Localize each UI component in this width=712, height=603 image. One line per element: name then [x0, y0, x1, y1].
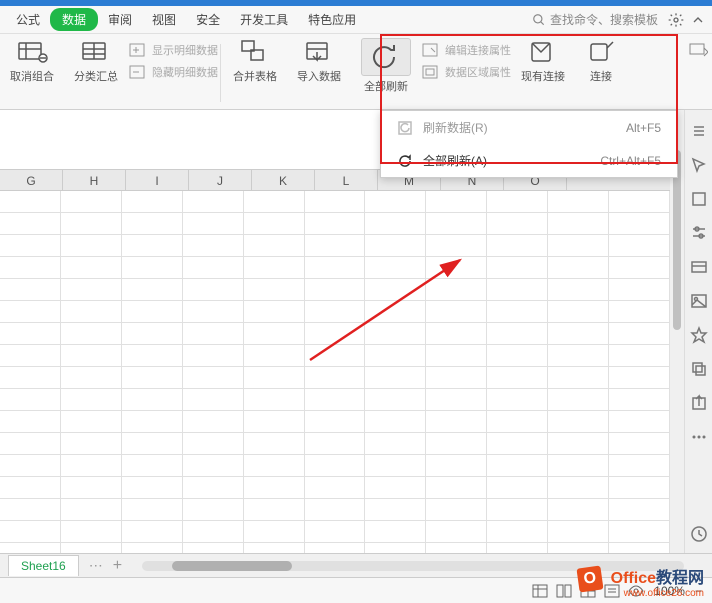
ribbon-tabs: 公式 数据 审阅 视图 安全 开发工具 特色应用 查找命令、搜索模板	[0, 6, 712, 34]
col-header[interactable]: J	[189, 170, 252, 190]
col-header[interactable]: K	[252, 170, 315, 190]
ribbon-toolbar: 取消组合 分类汇总 显示明细数据 隐藏明细数据 合并表格 导入数据 全部刷新 编…	[0, 34, 712, 110]
refresh-data-shortcut: Alt+F5	[626, 121, 661, 135]
data-range-label: 数据区域属性	[445, 64, 511, 80]
hide-detail-button: 隐藏明细数据	[128, 64, 218, 80]
ungroup-icon	[16, 38, 48, 66]
tab-formula[interactable]: 公式	[6, 8, 50, 31]
show-detail-icon	[128, 42, 148, 58]
refresh-dropdown: 刷新数据(R) Alt+F5 全部刷新(A) Ctrl+Alt+F5	[380, 110, 678, 178]
existing-conn-label: 现有连接	[521, 68, 565, 84]
show-detail-button: 显示明细数据	[128, 42, 218, 58]
edit-conn-label: 编辑连接属性	[445, 42, 511, 58]
search-icon	[532, 13, 546, 27]
refresh-all-icon	[370, 43, 402, 71]
show-detail-label: 显示明细数据	[152, 42, 218, 58]
dropdown-item-refresh-all[interactable]: 全部刷新(A) Ctrl+Alt+F5	[381, 144, 677, 177]
col-header[interactable]: L	[315, 170, 378, 190]
watermark: O Office教程网 www.office26.com	[578, 564, 704, 599]
hide-detail-icon	[128, 64, 148, 80]
ribbon-separator	[220, 44, 221, 102]
side-panel	[684, 110, 712, 553]
tab-view[interactable]: 视图	[142, 8, 186, 31]
refresh-data-icon	[397, 120, 413, 136]
select-icon[interactable]	[690, 190, 708, 208]
refresh-all-button[interactable]: 全部刷新	[351, 38, 421, 94]
menubar-extras	[668, 12, 706, 28]
dropdown-item-refresh-data: 刷新数据(R) Alt+F5	[381, 111, 677, 144]
view-normal-icon[interactable]	[532, 584, 548, 598]
tab-data[interactable]: 数据	[50, 8, 98, 31]
sheet-tab-active[interactable]: Sheet16	[8, 555, 79, 576]
import-data-label: 导入数据	[297, 68, 341, 84]
cursor-icon[interactable]	[690, 156, 708, 174]
connect-icon	[585, 38, 617, 66]
edit-conn-button: 编辑连接属性	[421, 42, 511, 58]
connect-label: 连接	[590, 68, 612, 84]
tab-review[interactable]: 审阅	[98, 8, 142, 31]
tab-more-icon[interactable]: ⋯	[89, 557, 103, 574]
refresh-all-label: 全部刷新	[364, 78, 408, 94]
merge-table-icon	[239, 38, 271, 66]
existing-conn-button[interactable]: 现有连接	[511, 38, 575, 84]
watermark-brand1: Office	[611, 570, 656, 587]
more-panel-icon[interactable]	[690, 428, 708, 446]
ungroup-button[interactable]: 取消组合	[0, 38, 64, 84]
tab-security[interactable]: 安全	[186, 8, 230, 31]
layers-icon[interactable]	[690, 360, 708, 378]
view-page-icon[interactable]	[556, 584, 572, 598]
refresh-data-label: 刷新数据(R)	[423, 119, 488, 136]
search-box[interactable]: 查找命令、搜索模板	[532, 11, 658, 28]
edit-conn-icon	[421, 42, 441, 58]
properties-icon[interactable]	[690, 258, 708, 276]
collapse-panel-icon[interactable]	[690, 122, 708, 140]
data-range-icon	[421, 64, 441, 80]
image-icon[interactable]	[690, 292, 708, 310]
share-icon[interactable]	[690, 394, 708, 412]
tab-developer[interactable]: 开发工具	[230, 8, 298, 31]
settings-icon[interactable]	[668, 12, 684, 28]
import-data-icon	[303, 38, 335, 66]
refresh-all-menu-label: 全部刷新(A)	[423, 152, 487, 169]
col-header[interactable]: H	[63, 170, 126, 190]
existing-conn-icon	[527, 38, 559, 66]
history-icon[interactable]	[690, 525, 708, 543]
connection-group: 编辑连接属性 数据区域属性	[421, 38, 511, 80]
horizontal-scrollbar-thumb[interactable]	[172, 561, 292, 571]
refresh-all-menu-icon	[397, 153, 413, 169]
tab-add-button[interactable]: +	[113, 557, 122, 575]
spreadsheet-grid[interactable]: document.write(Array.from({length:18},()…	[0, 191, 670, 553]
refresh-all-shortcut: Ctrl+Alt+F5	[600, 154, 661, 168]
minimize-ribbon-icon[interactable]	[690, 12, 706, 28]
col-header[interactable]: I	[126, 170, 189, 190]
connect-button[interactable]: 连接	[575, 38, 627, 84]
detail-group: 显示明细数据 隐藏明细数据	[128, 38, 218, 80]
adjust-icon[interactable]	[690, 224, 708, 242]
watermark-badge-icon: O	[577, 565, 604, 592]
tab-special[interactable]: 特色应用	[298, 8, 366, 31]
ungroup-label: 取消组合	[10, 68, 54, 84]
subtotal-button[interactable]: 分类汇总	[64, 38, 128, 84]
search-placeholder: 查找命令、搜索模板	[550, 11, 658, 28]
star-icon[interactable]	[690, 326, 708, 344]
merge-table-label: 合并表格	[233, 68, 277, 84]
watermark-brand2: 教程网	[656, 570, 704, 587]
subtotal-icon	[80, 38, 112, 66]
subtotal-label: 分类汇总	[74, 68, 118, 84]
import-data-button[interactable]: 导入数据	[287, 38, 351, 84]
merge-table-button[interactable]: 合并表格	[223, 38, 287, 84]
hide-detail-label: 隐藏明细数据	[152, 64, 218, 80]
data-range-button: 数据区域属性	[421, 64, 511, 80]
col-header[interactable]: G	[0, 170, 63, 190]
ribbon-collapse-icon[interactable]	[688, 42, 708, 58]
